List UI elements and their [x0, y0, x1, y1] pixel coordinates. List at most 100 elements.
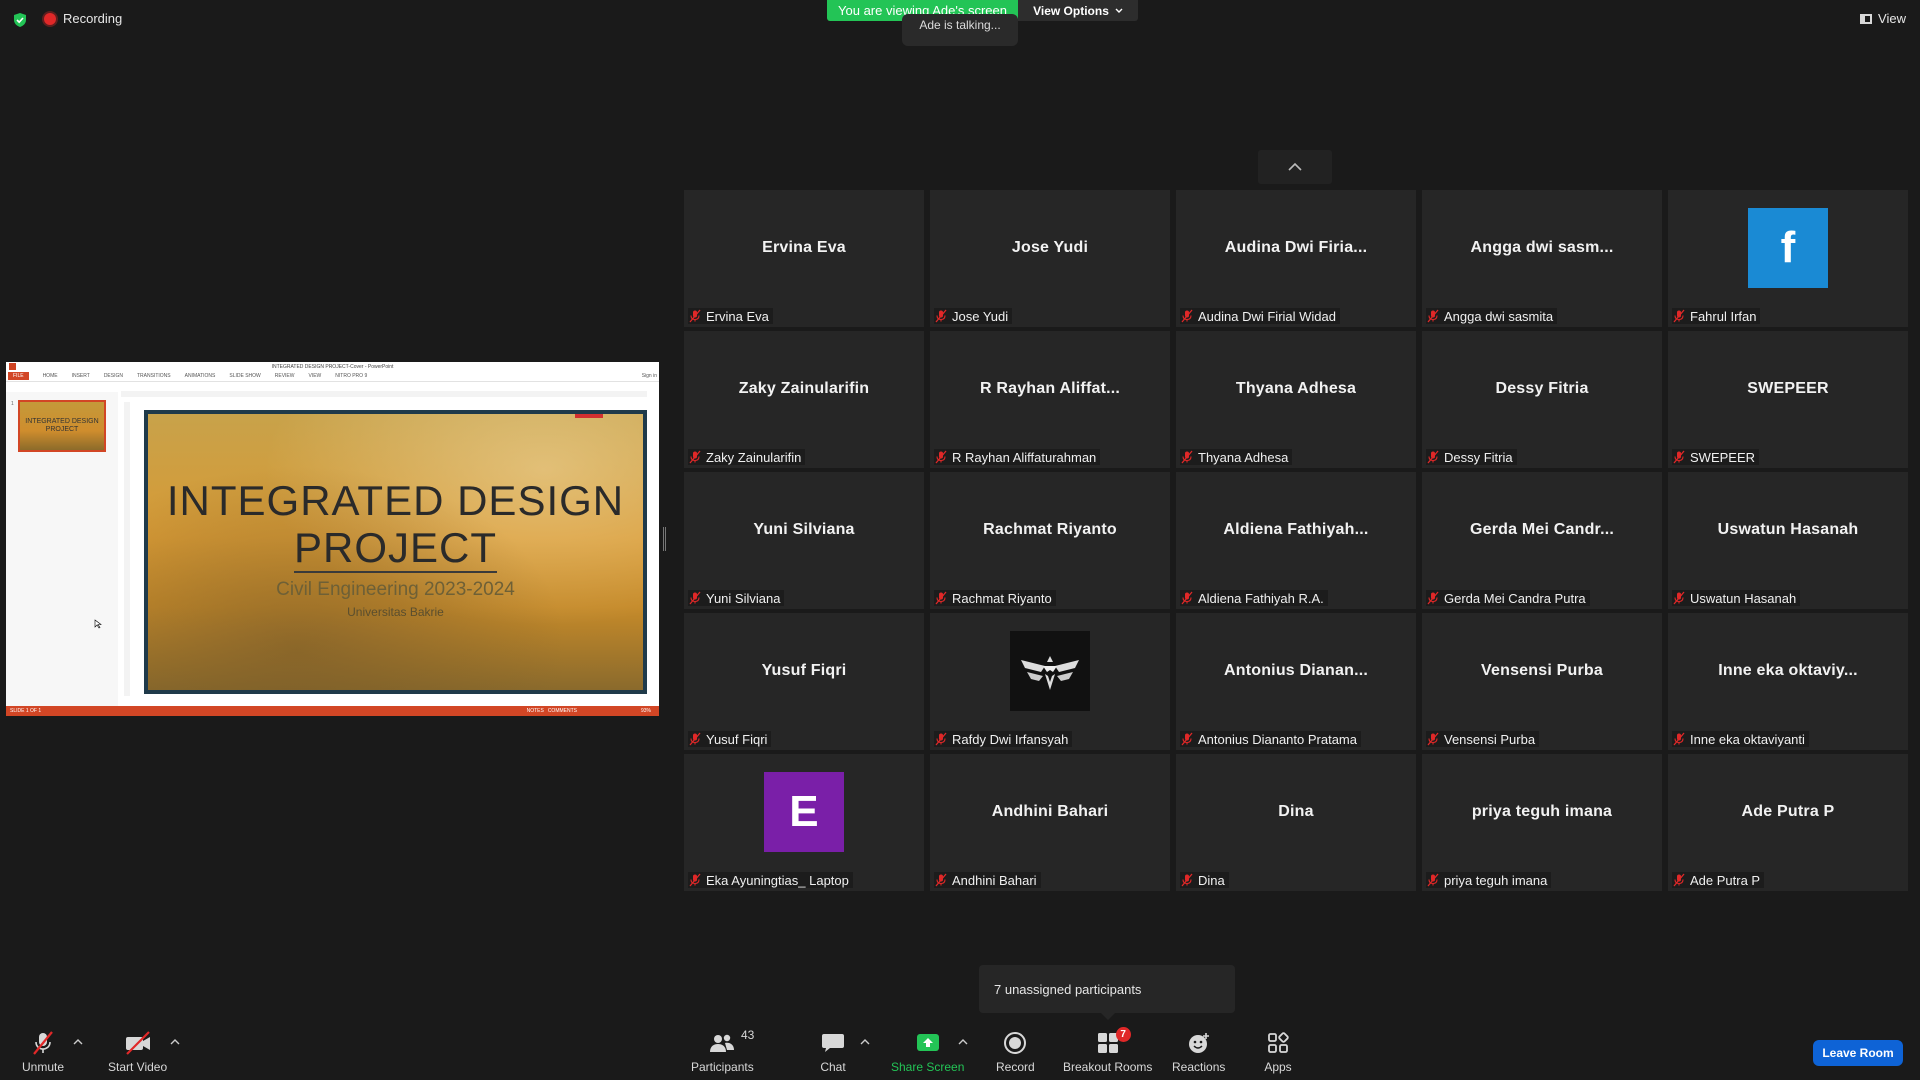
- participant-tile[interactable]: priya teguh imana priya teguh imana: [1422, 754, 1662, 891]
- participant-tile[interactable]: Rachmat Riyanto Rachmat Riyanto: [930, 472, 1170, 609]
- participant-tile[interactable]: Gerda Mei Candr... Gerda Mei Candra Putra: [1422, 472, 1662, 609]
- microphone-muted-icon: [1427, 450, 1439, 464]
- video-options-caret-icon[interactable]: [170, 1038, 180, 1046]
- ribbon-tab-transitions: TRANSITIONS: [136, 373, 171, 379]
- participant-name: Ade Putra P: [1690, 872, 1761, 888]
- participant-nameplate: Fahrul Irfan: [1672, 308, 1761, 324]
- microphone-muted-icon: [935, 450, 947, 464]
- participant-tile[interactable]: Andhini Bahari Andhini Bahari: [930, 754, 1170, 891]
- participant-nameplate: Rachmat Riyanto: [934, 590, 1056, 606]
- recording-dot-icon: [44, 12, 56, 25]
- participant-tile[interactable]: Dessy Fitria Dessy Fitria: [1422, 331, 1662, 468]
- audio-options-caret-icon[interactable]: [73, 1038, 83, 1046]
- record-label: Record: [996, 1060, 1035, 1074]
- ribbon-tab-view: VIEW: [308, 373, 322, 379]
- participant-nameplate: Eka Ayuningtias_ Laptop: [688, 872, 853, 888]
- participant-tile[interactable]: Antonius Dianan... Antonius Diananto Prat…: [1176, 613, 1416, 750]
- start-video-button[interactable]: Start Video: [108, 1030, 167, 1074]
- participant-tile[interactable]: Vensensi Purba Vensensi Purba: [1422, 613, 1662, 750]
- ppt-slide-counter: SLIDE 1 OF 1: [10, 708, 42, 714]
- participant-tile[interactable]: Thyana Adhesa Thyana Adhesa: [1176, 331, 1416, 468]
- participant-tile[interactable]: E Eka Ayuningtias_ Laptop: [684, 754, 924, 891]
- participant-tile[interactable]: Aldiena Fathiyah... Aldiena Fathiyah R.A.: [1176, 472, 1416, 609]
- participant-display-name: Gerda Mei Candr...: [1469, 520, 1615, 538]
- ppt-comments: COMMENTS: [547, 708, 577, 714]
- shared-screen[interactable]: INTEGRATED DESIGN PROJECT-Cover - PowerP…: [6, 362, 659, 716]
- microphone-muted-icon: [1181, 450, 1193, 464]
- participant-tile[interactable]: Uswatun Hasanah Uswatun Hasanah: [1668, 472, 1908, 609]
- ribbon-tab-home: HOME: [42, 373, 58, 379]
- split-view-handle[interactable]: [663, 527, 666, 551]
- share-options-caret-icon[interactable]: [958, 1038, 968, 1046]
- participant-name: Vensensi Purba: [1444, 731, 1536, 747]
- participant-tile[interactable]: Dina Dina: [1176, 754, 1416, 891]
- slide-thumbnail-panel: 1 INTEGRATED DESIGN PROJECT: [6, 392, 118, 706]
- microphone-muted-icon: [1181, 591, 1193, 605]
- participant-tile[interactable]: Angga dwi sasm... Angga dwi sasmita: [1422, 190, 1662, 327]
- apps-icon: [1268, 1032, 1289, 1053]
- view-label: View: [1878, 11, 1906, 26]
- microphone-muted-icon: [1427, 309, 1439, 323]
- participant-tile[interactable]: Zaky Zainularifin Zaky Zainularifin: [684, 331, 924, 468]
- breakout-rooms-button[interactable]: 7 Breakout Rooms: [1063, 1027, 1152, 1074]
- participant-nameplate: Vensensi Purba: [1426, 731, 1540, 747]
- participant-name: Dina: [1198, 872, 1225, 888]
- participant-nameplate: Ade Putra P: [1672, 872, 1765, 888]
- participant-tile[interactable]: Audina Dwi Firia... Audina Dwi Firial Wid…: [1176, 190, 1416, 327]
- participants-button[interactable]: 43 Participants: [691, 1028, 754, 1074]
- unmute-button[interactable]: Unmute: [22, 1030, 64, 1074]
- ribbon-tab-review: REVIEW: [274, 373, 295, 379]
- ribbon-tab-nitro: NITRO PRO 9: [335, 373, 368, 379]
- microphone-muted-icon: [1181, 873, 1193, 887]
- microphone-muted-icon: [1673, 591, 1685, 605]
- participant-nameplate: Thyana Adhesa: [1180, 449, 1293, 465]
- gallery-page-up-button[interactable]: [1258, 150, 1332, 184]
- ribbon-tab-design: DESIGN: [103, 373, 123, 379]
- record-button[interactable]: Record: [996, 1030, 1035, 1074]
- participant-nameplate: Uswatun Hasanah: [1672, 590, 1801, 606]
- participant-tile[interactable]: R Rayhan Aliffat... R Rayhan Aliffaturahm…: [930, 331, 1170, 468]
- camera-off-icon: [125, 1031, 150, 1055]
- participant-display-name: Zaky Zainularifin: [738, 379, 870, 397]
- chat-button[interactable]: Chat: [818, 1030, 848, 1074]
- participant-nameplate: Dessy Fitria: [1426, 449, 1517, 465]
- participant-tile[interactable]: Jose Yudi Jose Yudi: [930, 190, 1170, 327]
- participant-name: Andhini Bahari: [952, 872, 1037, 888]
- mouse-cursor-icon: [94, 619, 102, 629]
- participant-name: Eka Ayuningtias_ Laptop: [706, 872, 849, 888]
- view-options-button[interactable]: View Options: [1018, 0, 1138, 21]
- security-shield-icon[interactable]: [12, 12, 28, 28]
- microphone-muted-icon: [689, 732, 701, 746]
- participant-tile[interactable]: f Fahrul Irfan: [1668, 190, 1908, 327]
- leave-room-button[interactable]: Leave Room: [1813, 1040, 1903, 1066]
- chat-label: Chat: [820, 1060, 846, 1074]
- view-options-label: View Options: [1033, 3, 1109, 18]
- microphone-muted-icon: [1673, 309, 1685, 323]
- participant-tile[interactable]: Rafdy Dwi Irfansyah: [930, 613, 1170, 750]
- smiley-plus-icon: [1188, 1033, 1209, 1053]
- participant-name: Thyana Adhesa: [1198, 449, 1289, 465]
- unassigned-participants-tooltip[interactable]: 7 unassigned participants: [979, 965, 1235, 1020]
- participant-name: Aldiena Fathiyah R.A.: [1198, 590, 1324, 606]
- participant-tile[interactable]: Ade Putra P Ade Putra P: [1668, 754, 1908, 891]
- recording-indicator[interactable]: Recording: [44, 11, 122, 26]
- participant-tile[interactable]: SWEPEER SWEPEER: [1668, 331, 1908, 468]
- participant-display-name: Antonius Dianan...: [1223, 661, 1369, 679]
- horizontal-ruler: [121, 391, 647, 397]
- reactions-button[interactable]: Reactions: [1172, 1030, 1225, 1074]
- microphone-muted-icon: [1427, 732, 1439, 746]
- participant-name: Zaky Zainularifin: [706, 449, 802, 465]
- microphone-muted-icon: [33, 1031, 53, 1055]
- share-screen-button[interactable]: Share Screen: [891, 1030, 964, 1074]
- view-layout-button[interactable]: View: [1860, 11, 1906, 26]
- chat-options-caret-icon[interactable]: [860, 1038, 870, 1046]
- microphone-muted-icon: [689, 450, 701, 464]
- apps-button[interactable]: Apps: [1263, 1030, 1293, 1074]
- participant-tile[interactable]: Inne eka oktaviy... Inne eka oktaviyanti: [1668, 613, 1908, 750]
- participant-avatar: f: [1748, 207, 1828, 288]
- participant-tile[interactable]: Yuni Silviana Yuni Silviana: [684, 472, 924, 609]
- microphone-muted-icon: [689, 591, 701, 605]
- slide-title-line2: PROJECT: [293, 524, 497, 573]
- participant-tile[interactable]: Ervina Eva Ervina Eva: [684, 190, 924, 327]
- participant-tile[interactable]: Yusuf Fiqri Yusuf Fiqri: [684, 613, 924, 750]
